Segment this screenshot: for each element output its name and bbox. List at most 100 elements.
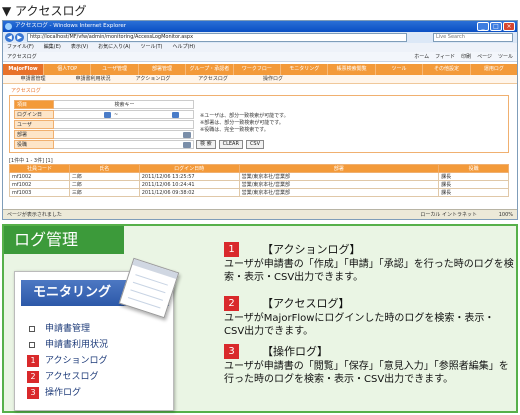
menu-edit[interactable]: 編集(E) bbox=[44, 43, 61, 52]
status-bar: ページが表示されました ローカル イントラネット 100% bbox=[3, 209, 517, 219]
col-name[interactable]: 氏名 bbox=[68, 164, 140, 173]
number-badge: 3 bbox=[224, 344, 239, 359]
status-text: ページが表示されました bbox=[7, 212, 62, 218]
calendar-icon[interactable] bbox=[104, 112, 111, 118]
note-user: ※ユーザは、部分一致検索が可能です。 bbox=[200, 113, 289, 119]
menu-item-label: 申請書管理 bbox=[45, 324, 91, 334]
col-department[interactable]: 部署 bbox=[238, 164, 440, 173]
minimize-button[interactable]: _ bbox=[477, 22, 489, 31]
nav-item-other-settings[interactable]: その他設定 bbox=[422, 64, 469, 75]
menu-item-label: アクセスログ bbox=[45, 372, 99, 382]
maximize-button[interactable]: □ bbox=[490, 22, 502, 31]
number-badge: 1 bbox=[27, 355, 39, 367]
menu-item-operation-log[interactable]: 3 操作ログ bbox=[27, 386, 108, 400]
nav-item-workflow[interactable]: ワークフロー bbox=[232, 64, 280, 75]
main-content: アクセスログ 項目 検索キー ログイン日 ~ ユーザ 部署 役職 ※ユーザは、部… bbox=[9, 87, 511, 202]
cell-login-time: 2011/12/06 10:24:41 bbox=[138, 180, 240, 189]
description-title: 【アクションログ】 bbox=[262, 243, 361, 256]
menu-file[interactable]: ファイル(F) bbox=[7, 43, 34, 52]
cell-employee-code: mf1003 bbox=[9, 188, 70, 197]
menu-item-form-usage[interactable]: 申請書利用状況 bbox=[27, 338, 108, 352]
panel-title: ログ管理 bbox=[4, 226, 124, 254]
menu-item-access-log[interactable]: 2 アクセスログ bbox=[27, 370, 108, 384]
col-position[interactable]: 役職 bbox=[438, 164, 509, 173]
page-title: ▼ アクセスログ bbox=[2, 4, 87, 18]
sub-item-form-usage[interactable]: 申請書利用状況 bbox=[63, 75, 123, 83]
window-titlebar: アクセスログ - Windows Internet Explorer _ □ × bbox=[3, 21, 517, 32]
cell-department: 営業/東京本社/営業部 bbox=[238, 172, 440, 181]
description-title: 【操作ログ】 bbox=[262, 345, 328, 358]
nav-item-monitoring[interactable]: モニタリング bbox=[280, 64, 327, 75]
description-body: ユーザが申請書の「閲覧」「保存」「意見入力」「参照者編集」を行った時のログを検索… bbox=[224, 361, 509, 385]
browser-window: アクセスログ - Windows Internet Explorer _ □ ×… bbox=[2, 20, 518, 220]
access-log-description: 2 【アクセスログ】 ユーザがMajorFlowにログインした時のログを検索・表… bbox=[224, 296, 514, 338]
nav-item-report-search[interactable]: 帳票検索閲覧 bbox=[327, 64, 374, 75]
forward-icon[interactable]: ▶ bbox=[15, 33, 24, 42]
login-date-field[interactable]: ~ bbox=[54, 110, 194, 119]
nav-item-groups[interactable]: グループ・承認者 bbox=[185, 64, 232, 75]
search-input[interactable]: Live Search bbox=[433, 33, 513, 42]
cell-name[interactable]: 三郎 bbox=[68, 188, 140, 197]
browser-tab[interactable]: アクセスログ bbox=[7, 52, 37, 62]
monitoring-menu-card: モニタリング 申請書管理 申請書利用状況 1 アクションログ 2 アクセスログ … bbox=[14, 257, 180, 411]
position-label: 役職 bbox=[14, 140, 54, 149]
nav-item-operation-log[interactable]: 運用ログ bbox=[469, 64, 517, 75]
favorites-bar: アクセスログ ホーム フィード 印刷 ページ ツール bbox=[3, 52, 517, 62]
app-logo[interactable]: MajorFlow bbox=[3, 64, 43, 75]
cell-employee-code: mf1002 bbox=[9, 180, 70, 189]
nav-item-departments[interactable]: 部署管理 bbox=[137, 64, 185, 75]
address-bar: ◀ ▶ http://localhost/MF/vfw/admin/monito… bbox=[3, 32, 517, 43]
page-button[interactable]: ページ bbox=[477, 52, 492, 62]
nav-item-users[interactable]: ユーザ管理 bbox=[90, 64, 137, 75]
cell-name[interactable]: 二郎 bbox=[68, 172, 140, 181]
col-login-time[interactable]: ログイン日時 bbox=[138, 164, 240, 173]
home-button[interactable]: ホーム bbox=[414, 52, 429, 62]
cell-name[interactable]: 二郎 bbox=[68, 180, 140, 189]
menu-tools[interactable]: ツール(T) bbox=[141, 43, 163, 52]
col-employee-code[interactable]: 社員コード bbox=[9, 164, 70, 173]
table-row: mf1002 二郎 2011/12/06 13:25:57 営業/東京本社/営業… bbox=[9, 172, 509, 181]
menu-item-label: 申請書利用状況 bbox=[45, 340, 109, 350]
table-row: mf1002 二郎 2011/12/06 10:24:41 営業/東京本社/営業… bbox=[9, 180, 509, 189]
search-button[interactable]: 検 索 bbox=[196, 140, 216, 149]
calendar-icon[interactable] bbox=[172, 112, 179, 118]
section-title: アクセスログ bbox=[11, 88, 41, 94]
picker-icon[interactable] bbox=[183, 142, 191, 148]
zoom-level[interactable]: 100% bbox=[499, 210, 513, 219]
menu-item-action-log[interactable]: 1 アクションログ bbox=[27, 354, 108, 368]
menu-item-form-management[interactable]: 申請書管理 bbox=[27, 322, 108, 336]
results-table: 社員コード 氏名 ログイン日時 部署 役職 mf1002 二郎 2011/12/… bbox=[9, 164, 509, 197]
print-button[interactable]: 印刷 bbox=[461, 52, 471, 62]
note-position: ※役職は、完全一致検索です。 bbox=[200, 127, 269, 133]
csv-button[interactable]: CSV bbox=[245, 140, 265, 149]
cell-department: 営業/東京本社/営業部 bbox=[238, 188, 440, 197]
sub-item-operation-log[interactable]: 操作ログ bbox=[243, 75, 303, 83]
menu-favorites[interactable]: お気に入り(A) bbox=[98, 43, 130, 52]
sub-item-action-log[interactable]: アクションログ bbox=[123, 75, 183, 83]
sub-nav: 申請書管理 申請書利用状況 アクションログ アクセスログ 操作ログ bbox=[3, 75, 517, 84]
sub-item-form-management[interactable]: 申請書管理 bbox=[3, 75, 63, 83]
form-head-label: 項目 bbox=[14, 100, 54, 109]
date-range-separator: ~ bbox=[114, 112, 119, 118]
user-field[interactable] bbox=[54, 120, 194, 129]
feed-button[interactable]: フィード bbox=[435, 52, 455, 62]
monitoring-menu: 申請書管理 申請書利用状況 1 アクションログ 2 アクセスログ 3 操作ログ bbox=[27, 322, 108, 402]
window-title: アクセスログ - Windows Internet Explorer bbox=[15, 23, 126, 29]
menu-view[interactable]: 表示(V) bbox=[71, 43, 88, 52]
close-button[interactable]: × bbox=[503, 22, 515, 31]
description-title: 【アクセスログ】 bbox=[262, 297, 350, 310]
position-field[interactable] bbox=[54, 140, 194, 149]
nav-item-personal-top[interactable]: 個人TOP bbox=[43, 64, 90, 75]
url-input[interactable]: http://localhost/MF/vfw/admin/monitoring… bbox=[27, 33, 407, 42]
menu-help[interactable]: ヘルプ(H) bbox=[172, 43, 195, 52]
notepad-icon bbox=[118, 257, 180, 319]
nav-item-tools[interactable]: ツール bbox=[374, 64, 422, 75]
picker-icon[interactable] bbox=[183, 132, 191, 138]
back-icon[interactable]: ◀ bbox=[5, 33, 14, 42]
department-field[interactable] bbox=[54, 130, 194, 139]
cell-position: 課長 bbox=[438, 172, 509, 181]
sub-item-access-log[interactable]: アクセスログ bbox=[183, 75, 243, 83]
clear-button[interactable]: CLEAR bbox=[218, 140, 243, 149]
tools-button[interactable]: ツール bbox=[498, 52, 513, 62]
bullet-icon bbox=[29, 326, 35, 332]
